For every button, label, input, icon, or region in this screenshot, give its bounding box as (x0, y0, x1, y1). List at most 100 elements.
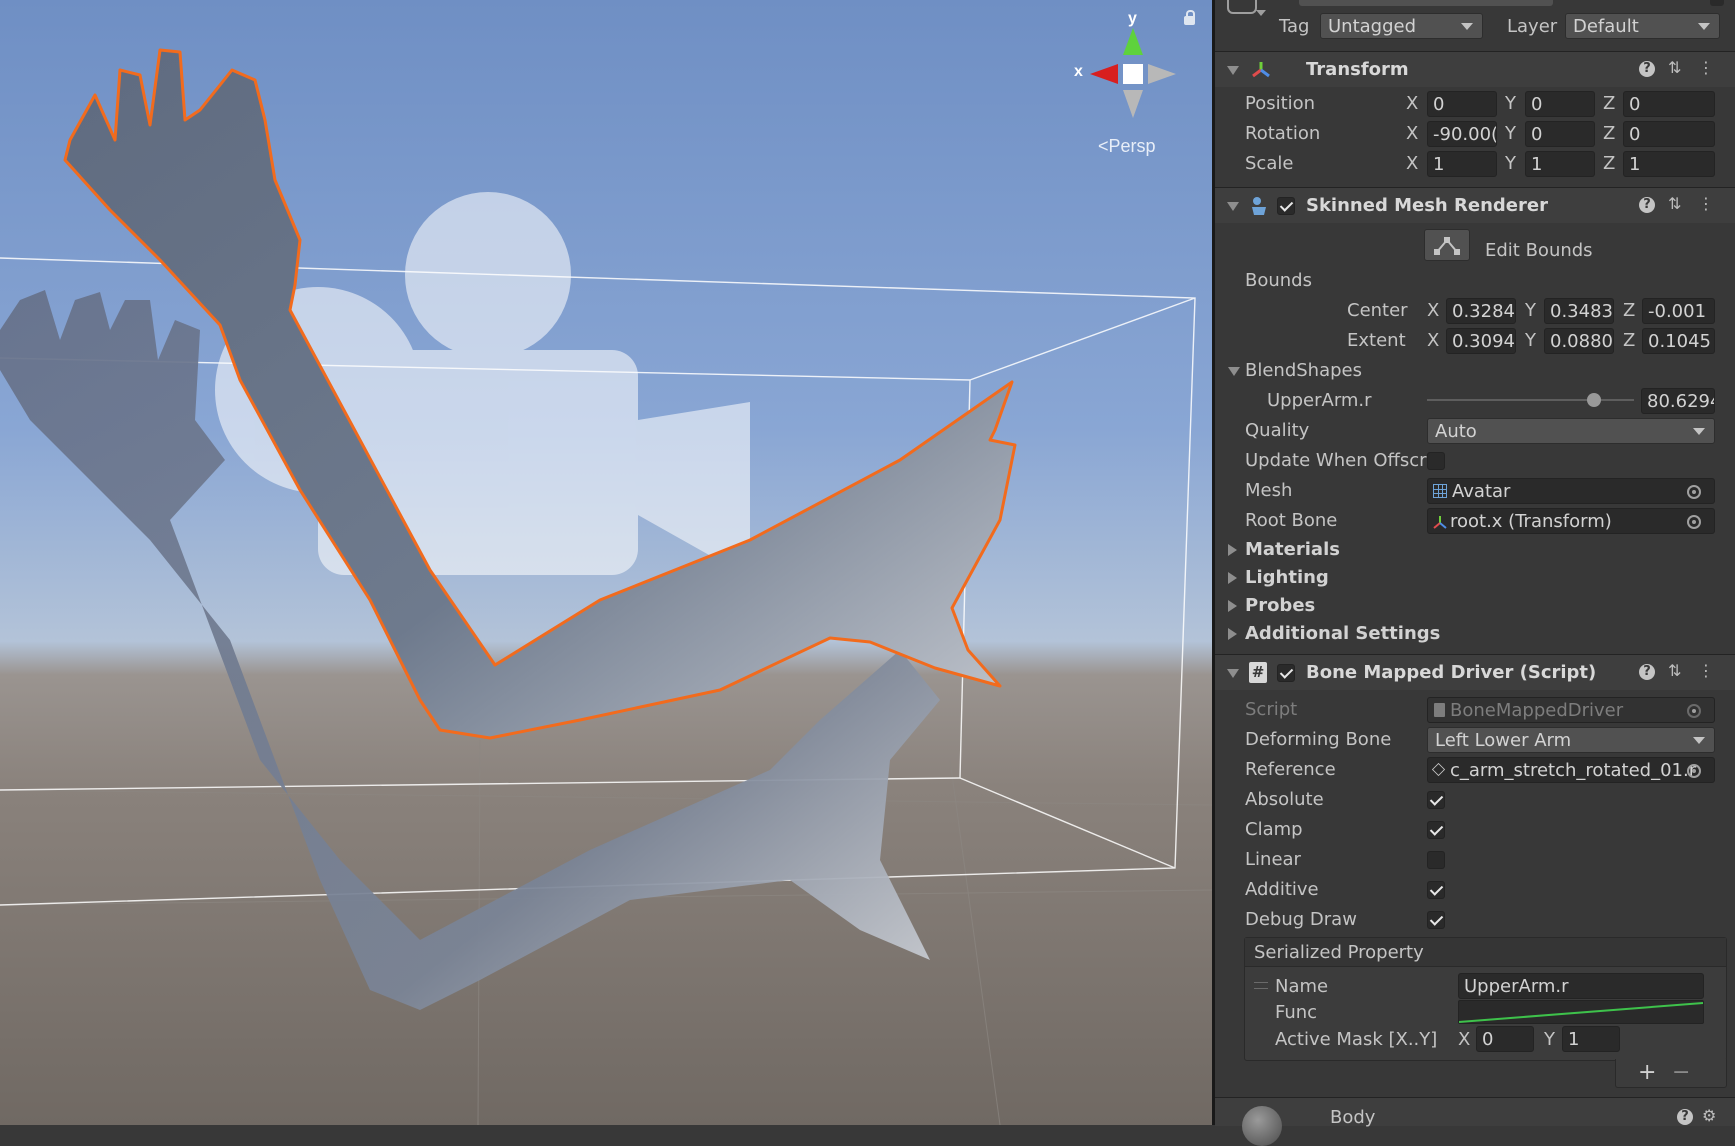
quality-dropdown[interactable]: Auto (1427, 418, 1715, 444)
kebab-menu-icon[interactable]: ⋮ (1698, 58, 1714, 77)
toggle-checkbox[interactable] (1427, 821, 1445, 839)
sp-mask-y-field[interactable]: 1 (1562, 1026, 1620, 1052)
axis-y-label: Y (1525, 300, 1536, 321)
transform-x-field[interactable]: 1 (1427, 151, 1497, 177)
upperarm-slider-row: UpperArm.r 80.6294 (1215, 386, 1735, 416)
axis-x-label: X (1427, 330, 1440, 351)
transform-icon (1432, 514, 1448, 530)
mesh-object-field[interactable]: Avatar (1427, 478, 1715, 504)
transform-y-field[interactable]: 0 (1525, 121, 1595, 147)
slider-thumb[interactable] (1586, 393, 1601, 407)
add-element-button[interactable]: + (1638, 1060, 1656, 1085)
foldout-materials[interactable]: Materials (1215, 535, 1735, 565)
edit-bounds-button[interactable] (1424, 229, 1470, 261)
transform-x-field[interactable]: -90.00( (1427, 121, 1497, 147)
chevron-down-icon[interactable] (1256, 10, 1266, 16)
persp-toggle[interactable]: <Persp (1098, 136, 1156, 157)
foldout-arrow-icon[interactable] (1227, 669, 1239, 678)
transform-x-field[interactable]: 0 (1427, 91, 1497, 117)
presets-icon[interactable]: ⇅ (1668, 661, 1681, 680)
tag-dropdown[interactable]: Untagged (1320, 13, 1483, 39)
list-footer: + − (1615, 1059, 1727, 1088)
sp-mask-x-field[interactable]: 0 (1476, 1026, 1534, 1052)
toggle-row-debug-draw: Debug Draw (1215, 905, 1735, 935)
bounds-center-x-field[interactable]: 0.3284 (1446, 298, 1516, 324)
toggle-checkbox[interactable] (1427, 791, 1445, 809)
foldout-arrow-icon[interactable] (1228, 367, 1240, 376)
object-picker-icon[interactable] (1687, 485, 1701, 499)
transform-z-field[interactable]: 0 (1623, 91, 1715, 117)
remove-element-button[interactable]: − (1672, 1060, 1690, 1085)
object-picker-icon[interactable] (1687, 515, 1701, 529)
bounds-extent-z-field[interactable]: 0.1045 (1642, 328, 1715, 354)
help-icon[interactable]: ? (1677, 1109, 1693, 1125)
bounds-extent-label: Extent (1347, 330, 1406, 351)
axis-z-label: Z (1603, 153, 1616, 174)
bmd-header[interactable]: # Bone Mapped Driver (Script) ? ⇅ ⋮ (1215, 654, 1735, 690)
transform-z-field[interactable]: 1 (1623, 151, 1715, 177)
scene-view[interactable]: y x <Persp (0, 0, 1212, 1125)
transform-y-field[interactable]: 0 (1525, 91, 1595, 117)
caret-down-icon (1461, 23, 1473, 30)
foldout-arrow-icon[interactable] (1228, 600, 1237, 612)
static-dropdown-stub[interactable] (1299, 0, 1553, 6)
kebab-menu-icon[interactable]: ⋮ (1698, 661, 1714, 680)
layer-dropdown[interactable]: Default (1565, 13, 1720, 39)
transform-z-field[interactable]: 0 (1623, 121, 1715, 147)
deforming-bone-dropdown[interactable]: Left Lower Arm (1427, 727, 1715, 753)
toggle-checkbox[interactable] (1427, 881, 1445, 899)
script-value: BoneMappedDriver (1450, 700, 1624, 721)
upperarm-value-field[interactable]: 80.6294 (1641, 388, 1715, 414)
reference-object-field[interactable]: c_arm_stretch_rotated_01.r (1427, 757, 1715, 783)
foldout-probes[interactable]: Probes (1215, 591, 1735, 621)
foldout-arrow-icon[interactable] (1228, 544, 1237, 556)
curve-field[interactable] (1458, 1000, 1704, 1024)
blendshape-slider[interactable] (1427, 393, 1634, 407)
update-offscreen-checkbox[interactable] (1427, 452, 1445, 470)
axis-z-label: Z (1603, 93, 1616, 114)
sp-name-field[interactable]: UpperArm.r (1458, 973, 1704, 999)
tag-value: Untagged (1328, 16, 1417, 37)
script-label: Script (1245, 699, 1298, 720)
foldout-lighting[interactable]: Lighting (1215, 563, 1735, 593)
help-icon[interactable]: ? (1639, 197, 1655, 213)
foldout-arrow-icon[interactable] (1227, 202, 1239, 211)
toggle-checkbox[interactable] (1427, 851, 1445, 869)
bounds-extent-x-field[interactable]: 0.3094 (1446, 328, 1516, 354)
presets-icon[interactable]: ⇅ (1668, 58, 1681, 77)
bounds-center-z-field[interactable]: -0.001 (1642, 298, 1715, 324)
object-picker-icon[interactable] (1687, 764, 1701, 778)
bounds-center-y-field[interactable]: 0.3483 (1544, 298, 1614, 324)
help-icon[interactable]: ? (1639, 664, 1655, 680)
gear-icon[interactable]: ⚙ (1702, 1106, 1716, 1125)
root-bone-value: root.x (Transform) (1450, 511, 1612, 532)
bounds-extent-y-field[interactable]: 0.0880 (1544, 328, 1614, 354)
bmd-enabled-checkbox[interactable] (1277, 664, 1295, 682)
smr-enabled-checkbox[interactable] (1277, 197, 1295, 215)
foldout-additional-settings[interactable]: Additional Settings (1215, 619, 1735, 649)
help-icon[interactable]: ? (1639, 61, 1655, 77)
root-bone-object-field[interactable]: root.x (Transform) (1427, 508, 1715, 534)
transform-header[interactable]: Transform ? ⇅ ⋮ (1215, 51, 1735, 87)
sp-name-label: Name (1275, 976, 1329, 997)
blendshapes-row[interactable]: BlendShapes (1215, 356, 1735, 386)
caret-down-icon (1698, 23, 1710, 30)
drag-handle-icon[interactable] (1254, 982, 1268, 989)
kebab-menu-icon[interactable]: ⋮ (1698, 194, 1714, 213)
body-material-header[interactable]: Body ? ⚙ (1215, 1097, 1735, 1146)
static-toggle-stub[interactable] (1710, 0, 1724, 6)
foldout-arrow-icon[interactable] (1228, 628, 1237, 640)
lock-icon[interactable] (1184, 10, 1195, 25)
transform-y-field[interactable]: 1 (1525, 151, 1595, 177)
foldout-arrow-icon[interactable] (1227, 66, 1239, 75)
scene-canvas[interactable] (0, 0, 1212, 1125)
presets-icon[interactable]: ⇅ (1668, 194, 1681, 213)
serialized-property-box: Serialized Property Name UpperArm.r Func… (1244, 937, 1727, 1061)
foldout-arrow-icon[interactable] (1228, 572, 1237, 584)
orientation-gizmo[interactable] (1090, 28, 1176, 118)
curve-preview (1458, 1002, 1704, 1023)
tag-label: Tag (1279, 16, 1310, 37)
axis-z-label: Z (1623, 300, 1636, 321)
smr-header[interactable]: Skinned Mesh Renderer ? ⇅ ⋮ (1215, 187, 1735, 223)
toggle-checkbox[interactable] (1427, 911, 1445, 929)
